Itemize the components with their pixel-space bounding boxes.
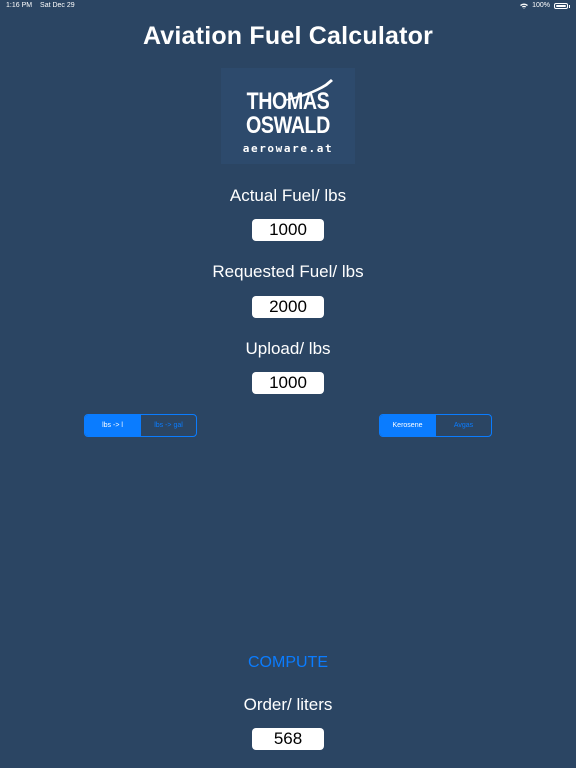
- requested-fuel-field[interactable]: 2000: [252, 296, 324, 318]
- wifi-icon: [520, 3, 529, 9]
- logo-line-domain: aeroware.at: [242, 142, 334, 155]
- unit-option-gallons[interactable]: lbs -> gal: [140, 415, 196, 436]
- actual-fuel-field[interactable]: 1000: [252, 219, 324, 241]
- actual-fuel-label: Actual Fuel/ lbs: [229, 186, 347, 205]
- compute-button[interactable]: COMPUTE: [0, 654, 576, 672]
- upload-label: Upload/ lbs: [245, 339, 331, 358]
- company-logo: THOMAS OSWALD aeroware.at: [221, 68, 355, 164]
- fuel-option-kerosene[interactable]: Kerosene: [380, 415, 435, 436]
- status-bar: 1:16 PM Sat Dec 29 100%: [0, 0, 576, 12]
- status-time: 1:16 PM: [6, 2, 33, 9]
- unit-toggle[interactable]: lbs -> l lbs -> gal: [84, 414, 197, 437]
- unit-option-liters[interactable]: lbs -> l: [85, 415, 140, 436]
- battery-percent: 100%: [532, 2, 550, 9]
- upload-field[interactable]: 1000: [252, 372, 324, 394]
- fuel-option-avgas[interactable]: Avgas: [435, 415, 491, 436]
- order-result-field: 568: [252, 728, 324, 750]
- status-left: 1:16 PM Sat Dec 29: [6, 2, 81, 9]
- order-label: Order/ liters: [243, 695, 333, 714]
- status-date: Sat Dec 29: [40, 2, 75, 9]
- battery-icon: [554, 2, 570, 9]
- app-title: Aviation Fuel Calculator: [142, 22, 434, 50]
- requested-fuel-label: Requested Fuel/ lbs: [212, 262, 364, 281]
- status-right: 100%: [520, 2, 570, 9]
- logo-line-oswald: OSWALD: [246, 112, 330, 139]
- fuel-type-toggle[interactable]: Kerosene Avgas: [379, 414, 492, 437]
